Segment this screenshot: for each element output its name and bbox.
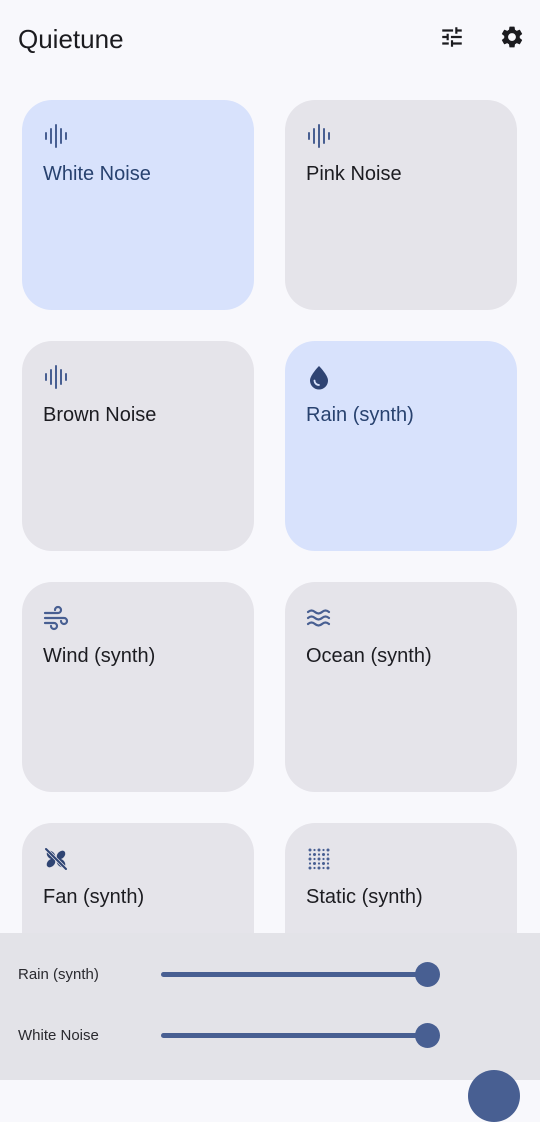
tile-label: Ocean (synth) [306,645,432,667]
mixer-settings-button[interactable] [435,22,469,56]
grain-icon [305,845,333,873]
mixer-channel-label: Rain (synth) [18,966,99,983]
tile-label: Static (synth) [306,886,423,908]
fan-off-icon [42,845,70,873]
mixer-channel-label: White Noise [18,1027,99,1044]
tile-label: Pink Noise [306,163,402,185]
app-title: Quietune [18,24,124,54]
rain-volume-slider[interactable] [161,961,440,987]
water-drop-icon [305,363,333,391]
tile-label: Fan (synth) [43,886,145,908]
mixer-panel: Rain (synth) White Noise [0,933,540,1080]
slider-thumb[interactable] [415,962,440,987]
tile-pink-noise[interactable]: Pink Noise [285,100,517,310]
waveform-icon [305,122,333,150]
tile-label: Rain (synth) [306,404,414,426]
floating-action-button[interactable] [468,1070,520,1122]
tile-wind[interactable]: Wind (synth) [22,582,254,792]
waves-icon [305,604,333,632]
tile-rain[interactable]: Rain (synth) [285,341,517,551]
tile-label: Wind (synth) [43,645,156,667]
slider-track [161,972,427,977]
slider-track [161,1033,427,1038]
tile-brown-noise[interactable]: Brown Noise [22,341,254,551]
white-noise-volume-slider[interactable] [161,1022,440,1048]
tile-label: White Noise [43,163,151,185]
slider-thumb[interactable] [415,1023,440,1048]
tile-ocean[interactable]: Ocean (synth) [285,582,517,792]
waveform-icon [42,122,70,150]
tile-label: Brown Noise [43,404,157,426]
tile-white-noise[interactable]: White Noise [22,100,254,310]
wind-icon [42,604,70,632]
waveform-icon [42,363,70,391]
gear-icon [499,24,525,55]
tune-icon [439,24,465,55]
settings-button[interactable] [495,22,529,56]
top-app-bar: Quietune [0,0,540,80]
